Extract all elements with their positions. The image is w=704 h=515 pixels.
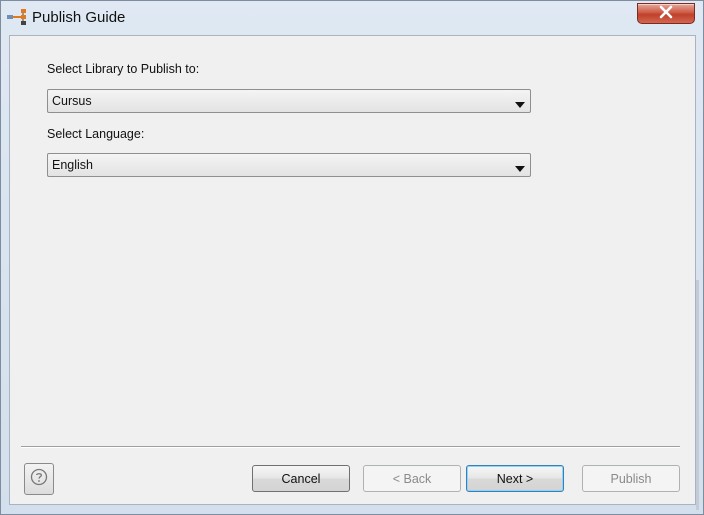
language-label: Select Language: — [47, 127, 145, 141]
footer-divider — [21, 446, 680, 448]
help-button[interactable] — [24, 463, 54, 495]
language-select-value: English — [52, 158, 93, 172]
title-bar[interactable]: Publish Guide — [1, 1, 703, 35]
close-icon — [659, 4, 673, 23]
library-select-value: Cursus — [52, 94, 92, 108]
window-edge-shadow — [696, 280, 699, 510]
dialog-content: Select Library to Publish to: Cursus Sel… — [9, 35, 696, 505]
library-label: Select Library to Publish to: — [47, 62, 200, 76]
publish-button[interactable]: Publish — [582, 465, 680, 492]
chevron-down-icon — [515, 162, 525, 172]
next-button[interactable]: Next > — [466, 465, 564, 492]
library-select[interactable]: Cursus — [47, 89, 531, 113]
chevron-down-icon — [515, 98, 525, 108]
window-title: Publish Guide — [32, 9, 126, 26]
help-icon — [30, 468, 48, 490]
back-button[interactable]: < Back — [363, 465, 461, 492]
close-button[interactable] — [637, 3, 695, 24]
language-select[interactable]: English — [47, 153, 531, 177]
workflow-icon — [7, 8, 29, 26]
publish-guide-window: Publish Guide Select Library to Publish … — [0, 0, 704, 515]
cancel-button[interactable]: Cancel — [252, 465, 350, 492]
